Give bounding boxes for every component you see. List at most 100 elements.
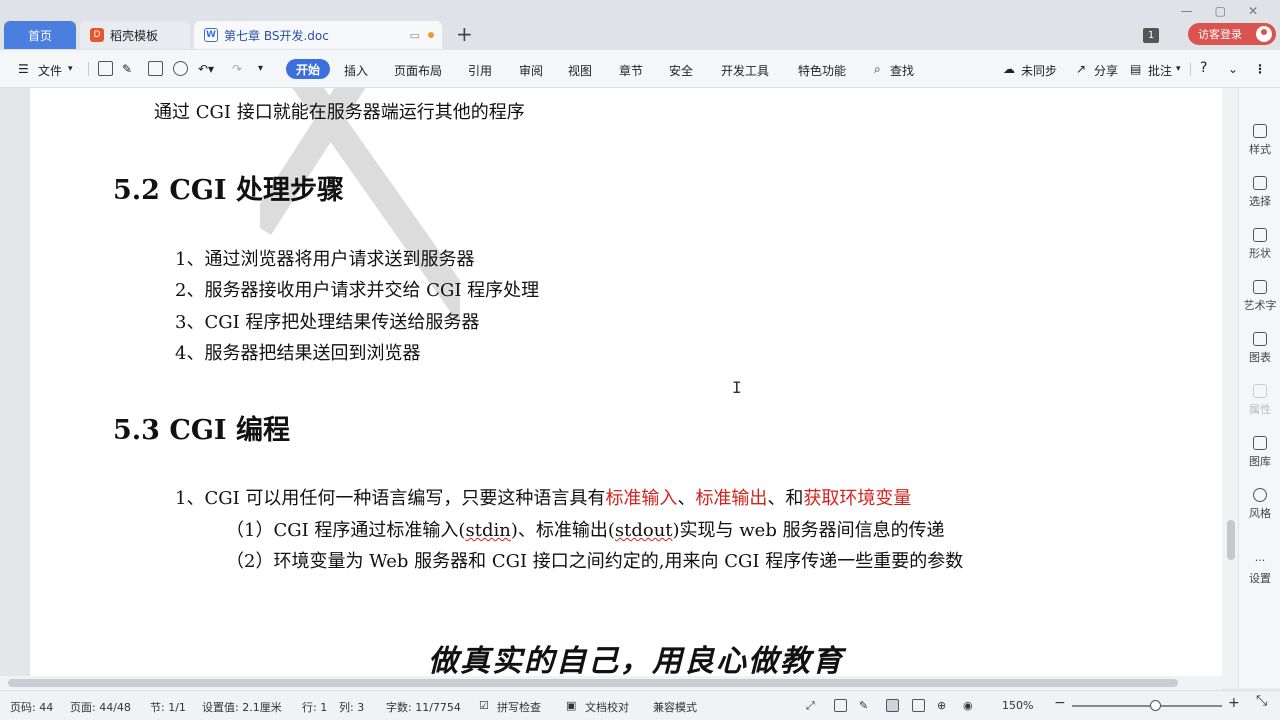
fullscreen-icon[interactable]: ⤢	[806, 699, 815, 713]
more-dots-icon: ···	[1254, 554, 1266, 567]
menu-view[interactable]: 视图	[568, 62, 592, 79]
read-mode-icon[interactable]	[834, 699, 847, 712]
vertical-scroll-thumb[interactable]	[1227, 520, 1235, 560]
tab-home[interactable]: 首页	[4, 21, 76, 49]
horizontal-scroll-thumb[interactable]	[8, 679, 1178, 687]
heading-5-3: 5.3 CGI 编程	[113, 415, 290, 446]
close-icon[interactable]: ✕	[1248, 4, 1258, 18]
hamburger-icon[interactable]: ☰	[18, 62, 29, 76]
login-button[interactable]: 访客登录	[1188, 23, 1276, 45]
pen-icon	[1253, 124, 1267, 138]
window-controls: — ▢ ✕	[1181, 4, 1258, 18]
sidebar-theme[interactable]: 风格	[1239, 488, 1280, 521]
menu-devtools[interactable]: 开发工具	[721, 62, 769, 79]
share-button[interactable]: 分享	[1094, 62, 1118, 79]
menu-reference[interactable]: 引用	[468, 62, 492, 79]
horizontal-scrollbar[interactable]	[0, 676, 1222, 690]
wordart-icon	[1253, 280, 1267, 294]
maximize-icon[interactable]: ▢	[1215, 4, 1226, 18]
document-page[interactable]: 通过 CGI 接口就能在服务器端运行其他的程序 5.2 CGI 处理步骤 1、通…	[30, 88, 1222, 688]
tab-restore-icon[interactable]: ▭	[410, 29, 420, 42]
doc-proof-button[interactable]: 文档校对	[585, 699, 629, 715]
more-options-icon[interactable]: ⋮	[1254, 62, 1266, 76]
fit-page-icon[interactable]: ⤡	[1256, 693, 1267, 709]
theme-icon	[1253, 488, 1267, 502]
menu-review[interactable]: 审阅	[519, 62, 543, 79]
cursor-select-icon	[1253, 176, 1267, 190]
status-word-count[interactable]: 字数: 11/7754	[386, 699, 461, 715]
word-doc-icon: W	[204, 28, 218, 42]
web-view-icon[interactable]: ⊕	[937, 699, 946, 712]
doc-proof-icon: ▣	[566, 699, 577, 712]
tab-template-label: 稻壳模板	[110, 28, 159, 43]
page-view-icon[interactable]	[886, 699, 899, 712]
print-preview-icon[interactable]	[173, 61, 188, 76]
sync-status[interactable]: 未同步	[1021, 62, 1057, 79]
quick-access-dropdown-icon[interactable]: ▾	[258, 63, 263, 74]
edit-mode-icon[interactable]: ✎	[859, 699, 868, 712]
search-icon[interactable]: ⌕	[874, 62, 881, 77]
status-col[interactable]: 列: 3	[339, 699, 364, 715]
sidebar-gallery[interactable]: 图库	[1239, 436, 1280, 469]
sidebar-label: 设置	[1249, 572, 1271, 585]
menu-file[interactable]: 文件	[38, 62, 62, 79]
menu-bar: ☰ 文件 ▾ ✎ ↶▾ ↷ ▾ 开始 插入 页面布局 引用 审阅 视图 章节 安…	[0, 50, 1280, 88]
help-icon[interactable]: ?	[1200, 60, 1207, 76]
heading-5-2: 5.2 CGI 处理步骤	[113, 175, 344, 206]
minimize-icon[interactable]: —	[1181, 4, 1193, 18]
zoom-slider[interactable]	[1072, 705, 1222, 707]
document-area: 通过 CGI 接口就能在服务器端运行其他的程序 5.2 CGI 处理步骤 1、通…	[0, 88, 1222, 688]
menu-start[interactable]: 开始	[286, 59, 331, 79]
sidebar-wordart[interactable]: 艺术字	[1239, 280, 1280, 313]
status-page-code[interactable]: 页码: 44	[10, 699, 53, 715]
collapse-ribbon-icon[interactable]: ⌄	[1228, 62, 1238, 76]
menu-security[interactable]: 安全	[669, 62, 693, 79]
sidebar-select[interactable]: 选择	[1239, 176, 1280, 209]
zoom-in-button[interactable]: +	[1228, 695, 1240, 711]
vertical-scrollbar[interactable]	[1222, 88, 1238, 688]
sidebar-style[interactable]: 样式	[1239, 124, 1280, 157]
sidebar-shape[interactable]: 形状	[1239, 228, 1280, 261]
menu-chapter[interactable]: 章节	[619, 62, 643, 79]
status-pages[interactable]: 页面: 44/48	[70, 699, 131, 715]
highlight-stdout: 标准输出	[695, 488, 768, 509]
comment-dropdown-icon[interactable]: ▾	[1176, 64, 1181, 74]
sidebar-property[interactable]: 属性	[1239, 384, 1280, 417]
status-setting[interactable]: 设置值: 2.1厘米	[202, 699, 282, 715]
text-cursor-icon: I	[732, 378, 742, 397]
zoom-level[interactable]: 150%	[1002, 699, 1033, 712]
menu-search[interactable]: 查找	[890, 62, 914, 79]
redo-icon[interactable]: ↷	[232, 62, 242, 76]
file-dropdown-icon[interactable]: ▾	[68, 64, 73, 74]
sidebar-settings[interactable]: ··· 设置	[1239, 554, 1280, 586]
outline-view-icon[interactable]	[912, 699, 925, 712]
format-painter-icon[interactable]: ✎	[122, 62, 132, 76]
sidebar-chart[interactable]: 图表	[1239, 332, 1280, 365]
sidebar-label: 图库	[1249, 455, 1271, 468]
sidebar-label: 风格	[1249, 507, 1271, 520]
window-count-badge[interactable]: 1	[1143, 28, 1159, 43]
menu-features[interactable]: 特色功能	[798, 62, 846, 79]
menu-insert[interactable]: 插入	[344, 62, 368, 79]
menu-layout[interactable]: 页面布局	[394, 62, 442, 79]
spell-check-icon: ☑	[479, 699, 489, 712]
status-row[interactable]: 行: 1	[302, 699, 327, 715]
new-tab-button[interactable]: +	[456, 24, 473, 44]
status-bar: 页码: 44 页面: 44/48 节: 1/1 设置值: 2.1厘米 行: 1 …	[0, 690, 1280, 720]
sidebar-label: 选择	[1249, 195, 1271, 208]
print-icon[interactable]	[148, 61, 163, 76]
unsaved-dot-icon	[428, 32, 434, 38]
comment-button[interactable]: 批注	[1148, 62, 1172, 79]
zoom-out-button[interactable]: −	[1054, 695, 1066, 711]
tab-template[interactable]: D 稻壳模板	[80, 21, 190, 49]
save-icon[interactable]	[98, 61, 113, 76]
spell-check-button[interactable]: 拼写检查	[497, 699, 541, 715]
zoom-slider-knob[interactable]	[1150, 700, 1161, 711]
eye-protect-icon[interactable]: ◉	[963, 699, 973, 712]
tab-document[interactable]: W 第七章 BS开发.doc ▭	[194, 21, 442, 49]
image-gallery-icon	[1253, 436, 1267, 450]
undo-icon[interactable]: ↶▾	[198, 62, 214, 76]
status-section[interactable]: 节: 1/1	[150, 699, 186, 715]
title-bar: 首页 D 稻壳模板 W 第七章 BS开发.doc ▭ + — ▢ ✕ 1 访客登…	[0, 0, 1280, 50]
login-label: 访客登录	[1198, 28, 1242, 41]
